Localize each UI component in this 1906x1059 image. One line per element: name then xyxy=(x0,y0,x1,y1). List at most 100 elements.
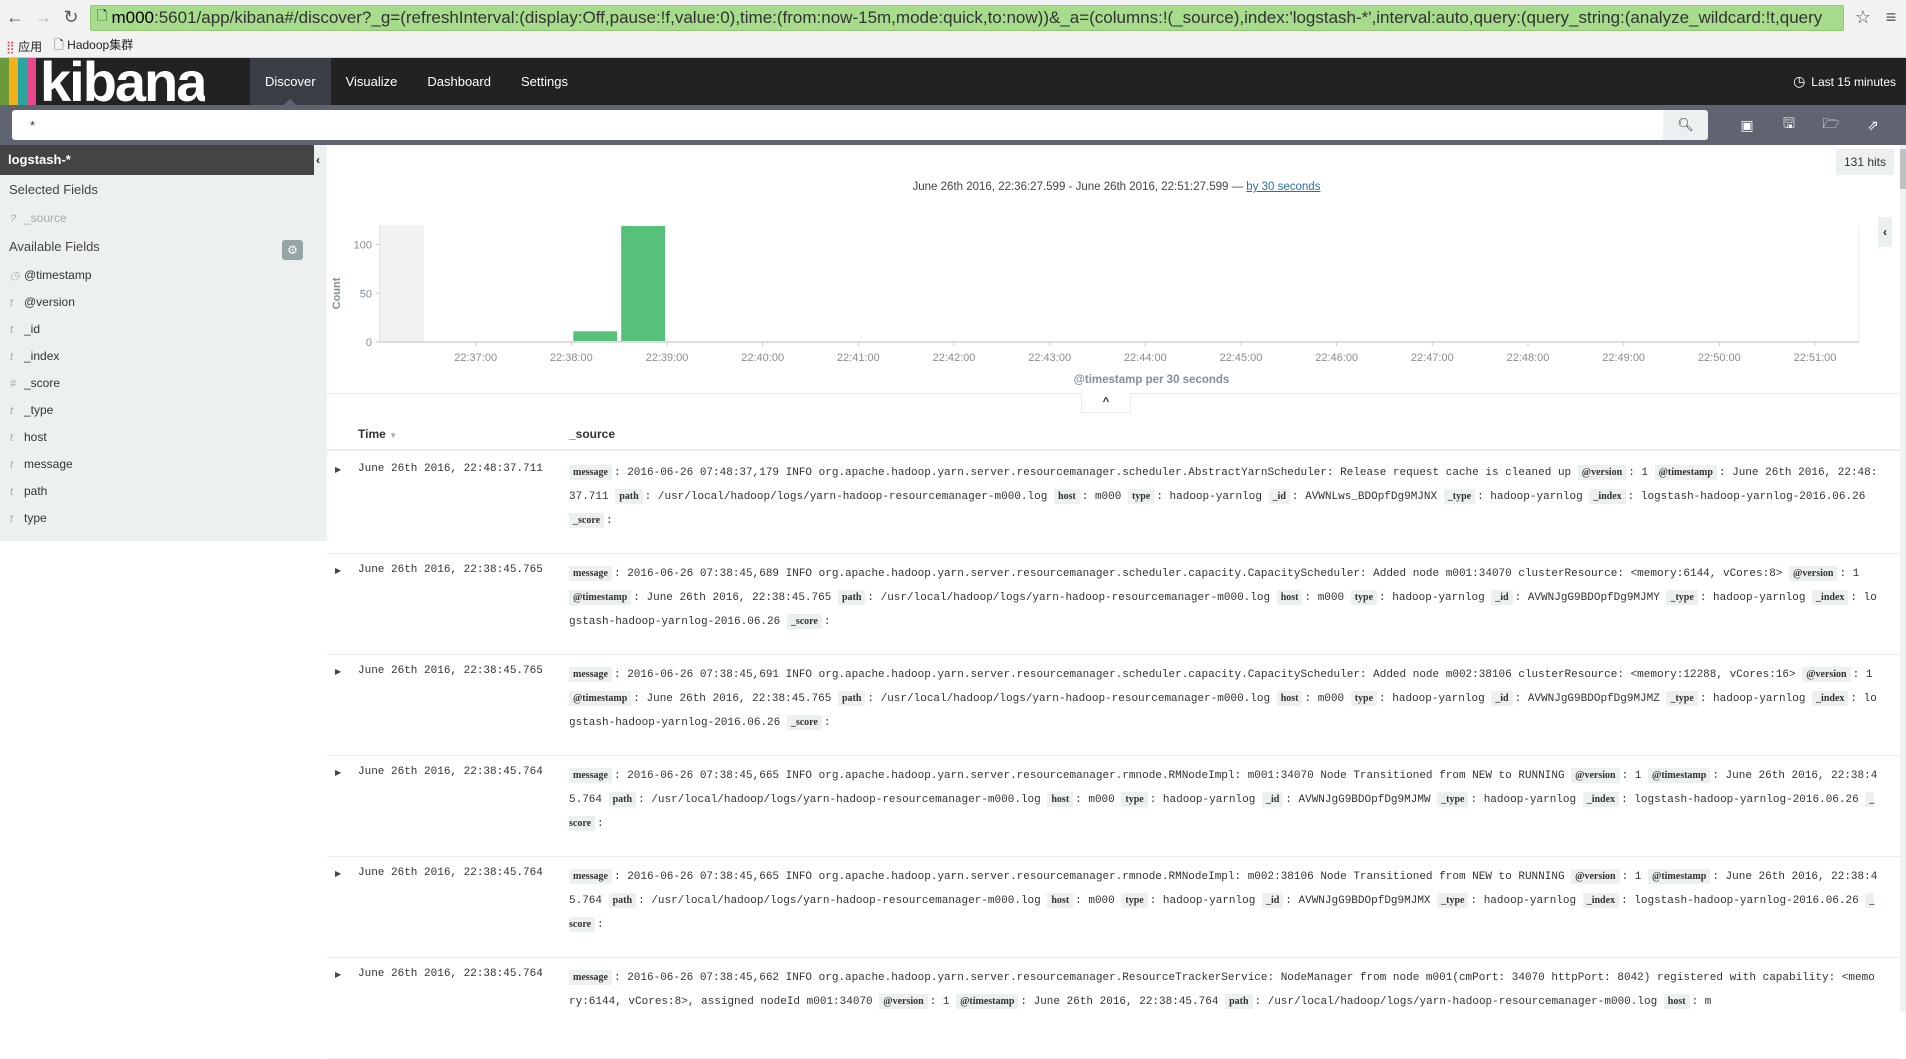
url-path: :5601/app/kibana#/discover?_g=(refreshIn… xyxy=(154,8,1822,28)
histogram-bar xyxy=(621,226,665,342)
source-key: @version xyxy=(1789,566,1837,581)
row-time: June 26th 2016, 22:38:45.765 xyxy=(358,564,543,576)
menu-icon[interactable]: ≡ xyxy=(1882,7,1900,28)
bookmarks-bar: ⣿ 应用 🗋 Hadoop集群 xyxy=(0,35,1906,58)
string-type-icon: t xyxy=(10,398,24,425)
field-item[interactable]: tpath xyxy=(0,478,327,505)
search-button[interactable]: 🔍︎ xyxy=(1663,110,1708,140)
address-bar[interactable]: 🗋 m000 :5601/app/kibana#/discover?_g=(re… xyxy=(90,5,1844,31)
table-row[interactable]: ▶ June 26th 2016, 22:38:45.765message: 20… xyxy=(327,655,1900,756)
chevron-up-icon: ^ xyxy=(1103,396,1109,408)
source-value: AVWNJgG9BDOpfDg9MJMX xyxy=(1299,895,1431,907)
discover-main: 131 hits June 26th 2016, 22:36:27.599 - … xyxy=(327,145,1906,1012)
source-value: /usr/local/hadoop/logs/yarn-hadoop-resou… xyxy=(651,794,1040,806)
source-key: message xyxy=(569,465,612,480)
field-name: _type xyxy=(24,403,53,417)
source-value: 2016-06-26 07:38:45,689 INFO org.apache.… xyxy=(627,568,1782,580)
source-value: AVWNJgG9BDOpfDg9MJMY xyxy=(1528,592,1660,604)
source-key: @version xyxy=(1571,869,1619,884)
source-key: message xyxy=(569,768,612,783)
expand-caret-icon[interactable]: ▶ xyxy=(335,566,341,575)
scrollbar[interactable] xyxy=(1900,145,1906,1012)
interval-link[interactable]: by 30 seconds xyxy=(1246,181,1320,193)
table-row[interactable]: ▶June 26th 2016, 22:38:45.764message: 20… xyxy=(327,756,1900,857)
source-key: host xyxy=(1664,994,1690,1009)
open-search-icon[interactable]: 🗁 xyxy=(1810,113,1852,137)
reload-icon[interactable]: ↻ xyxy=(62,7,80,28)
field-item[interactable]: thost xyxy=(0,424,327,451)
field-item[interactable]: t_id xyxy=(0,316,327,343)
bookmark-hadoop[interactable]: 🗋 Hadoop集群 xyxy=(54,36,133,57)
row-time: June 26th 2016, 22:38:45.764 xyxy=(358,968,543,980)
collapse-chart-button[interactable]: ^ xyxy=(1081,393,1131,413)
field-item[interactable]: ?_source xyxy=(0,205,327,232)
back-icon[interactable]: ← xyxy=(6,7,24,28)
browser-toolbar: ← → ↻ 🗋 m000 :5601/app/kibana#/discover?… xyxy=(0,0,1906,35)
logo-stripe xyxy=(27,58,36,105)
column-time[interactable]: Time ▼ xyxy=(358,427,397,441)
index-pattern[interactable]: logstash-* xyxy=(0,145,314,175)
source-value: AVWNJgG9BDOpfDg9MJMZ xyxy=(1528,693,1660,705)
source-key: @timestamp xyxy=(569,691,631,706)
field-item[interactable]: #_score xyxy=(0,370,327,397)
string-type-icon: t xyxy=(10,425,24,452)
field-item[interactable]: tmessage xyxy=(0,451,327,478)
new-search-icon[interactable]: ▣ xyxy=(1726,117,1768,134)
share-icon[interactable]: ⇗ xyxy=(1852,117,1894,134)
expand-caret-icon[interactable]: ▶ xyxy=(335,465,341,474)
expand-caret-icon[interactable]: ▶ xyxy=(335,869,341,878)
bookmark-apps[interactable]: ⣿ 应用 xyxy=(6,38,42,55)
source-key: path xyxy=(838,691,865,706)
source-value: hadoop-yarnlog xyxy=(1713,592,1805,604)
available-fields-heading: Available Fields⚙ xyxy=(0,232,327,262)
field-item[interactable]: t_index xyxy=(0,343,327,370)
field-item[interactable]: ttype xyxy=(0,505,327,532)
y-axis-title: Count xyxy=(331,277,343,309)
field-item[interactable]: t@version xyxy=(0,289,327,316)
expand-caret-icon[interactable]: ▶ xyxy=(335,768,341,777)
tab-dashboard[interactable]: Dashboard xyxy=(412,58,506,105)
source-key: message xyxy=(569,869,612,884)
source-value: June 26th 2016, 22:38:45.765 xyxy=(647,693,832,705)
field-name: type xyxy=(24,511,47,525)
expand-caret-icon[interactable]: ▶ xyxy=(335,667,341,676)
table-row[interactable]: ▶June 26th 2016, 22:38:45.764message: 20… xyxy=(327,958,1900,1059)
chevron-left-icon[interactable]: ‹ xyxy=(1878,217,1892,247)
expand-caret-icon[interactable]: ▶ xyxy=(335,970,341,979)
row-source: message: 2016-06-26 07:38:45,689 INFO or… xyxy=(569,562,1878,634)
source-key: type xyxy=(1351,590,1377,605)
source-key: @version xyxy=(1802,667,1850,682)
table-row[interactable]: ▶June 26th 2016, 22:38:45.764message: 20… xyxy=(327,857,1900,958)
forward-icon[interactable]: → xyxy=(34,7,52,28)
search-input[interactable] xyxy=(12,110,1663,140)
kibana-logo[interactable]: kibana xyxy=(0,58,250,105)
x-tick-label: 22:39:00 xyxy=(646,352,689,364)
collapse-sidebar-icon[interactable]: ‹ xyxy=(316,153,320,167)
row-source: message: 2016-06-26 07:38:45,691 INFO or… xyxy=(569,663,1878,735)
source-value: 2016-06-26 07:38:45,691 INFO org.apache.… xyxy=(627,669,1795,681)
field-item[interactable]: t_type xyxy=(0,397,327,424)
source-key: _type xyxy=(1666,590,1697,605)
selected-fields-heading: Selected Fields xyxy=(0,175,327,205)
time-picker[interactable]: ◷ Last 15 minutes xyxy=(1793,58,1896,105)
search-bar: 🔍︎ ▣ 🖫 🗁 ⇗ xyxy=(0,105,1906,145)
row-time: June 26th 2016, 22:38:45.764 xyxy=(358,867,543,879)
field-name: path xyxy=(24,484,47,498)
gear-icon[interactable]: ⚙ xyxy=(282,240,303,260)
source-key: _id xyxy=(1269,489,1290,504)
source-key: _id xyxy=(1491,691,1512,706)
tab-discover[interactable]: Discover xyxy=(250,58,331,105)
star-icon[interactable]: ☆ xyxy=(1854,7,1872,28)
field-item[interactable]: ◷@timestamp xyxy=(0,262,327,289)
logo-stripe xyxy=(9,58,18,105)
table-row[interactable]: ▶June 26th 2016, 22:48:37.711message: 20… xyxy=(327,453,1900,554)
table-row[interactable]: ▶ June 26th 2016, 22:38:45.765 message: 20… xyxy=(327,554,1900,655)
tab-visualize[interactable]: Visualize xyxy=(331,58,413,105)
y-tick-label: 100 xyxy=(354,240,372,252)
x-tick-label: 22:48:00 xyxy=(1507,352,1550,364)
x-tick-label: 22:42:00 xyxy=(933,352,976,364)
save-search-icon[interactable]: 🖫 xyxy=(1768,113,1810,137)
row-source: message: 2016-06-26 07:48:37,179 INFO or… xyxy=(569,461,1878,533)
source-key: type xyxy=(1128,489,1154,504)
tab-settings[interactable]: Settings xyxy=(506,58,583,105)
